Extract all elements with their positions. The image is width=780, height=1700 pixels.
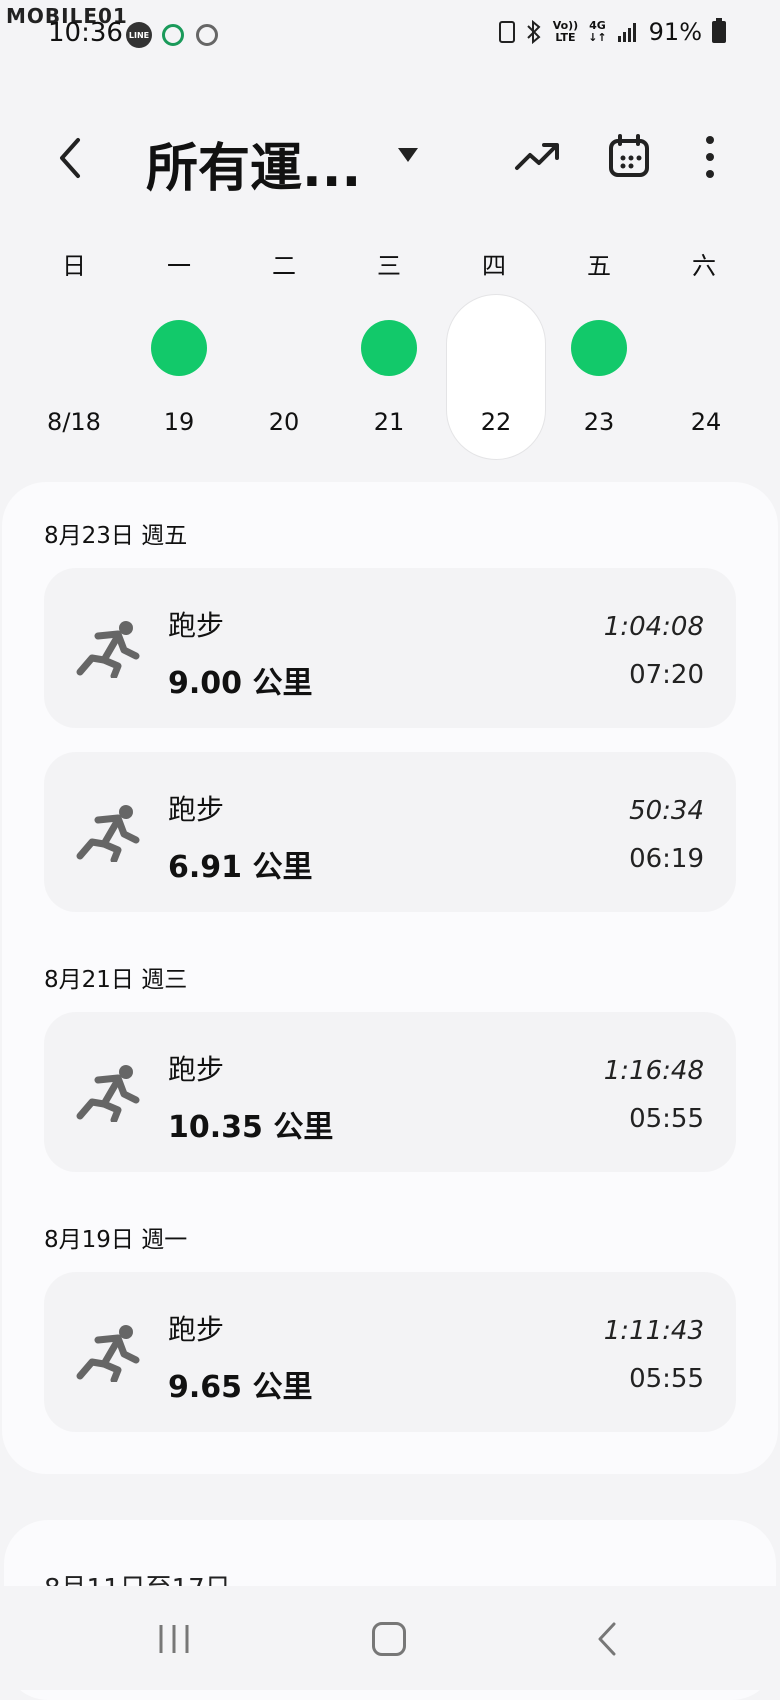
home-icon[interactable]: [372, 1622, 406, 1656]
workout-pace: 07:20: [629, 660, 704, 690]
weekday-label: 日: [62, 252, 86, 280]
chevron-left-icon[interactable]: [50, 130, 90, 186]
workout-card[interactable]: 跑步 9.65 公里 1:11:43 05:55: [44, 1272, 736, 1432]
workout-card[interactable]: 跑步 9.00 公里 1:04:08 07:20: [44, 568, 736, 728]
day-date[interactable]: 8/18: [39, 408, 109, 436]
weekday-label: 六: [692, 252, 716, 280]
workout-card[interactable]: 跑步 6.91 公里 50:34 06:19: [44, 752, 736, 912]
day-date[interactable]: 19: [144, 408, 214, 436]
workout-duration: 1:04:08: [603, 612, 704, 642]
volte-indicator: Vo)) LTE: [552, 19, 579, 44]
workout-dot[interactable]: [571, 320, 627, 376]
battery-percent: 91%: [648, 18, 702, 46]
calendar-icon[interactable]: [608, 134, 650, 178]
day-date[interactable]: 22: [461, 408, 531, 436]
notification-app-icon: [196, 24, 218, 46]
next-section-label: 8月11日至17日: [44, 1568, 231, 1588]
network-type: 4G ↓↑: [588, 19, 607, 44]
signal-icon: [617, 23, 636, 42]
day-date[interactable]: 24: [671, 408, 741, 436]
section-date-label: 8月23日 週五: [44, 523, 188, 549]
workout-dot[interactable]: [151, 320, 207, 376]
running-icon: [76, 621, 140, 678]
trending-up-icon[interactable]: [514, 136, 560, 176]
workout-duration: 50:34: [629, 796, 704, 826]
workout-type: 跑步: [168, 609, 225, 642]
weekday-label: 二: [272, 252, 296, 280]
workout-distance: 9.00 公里: [168, 666, 313, 701]
page-title[interactable]: 所有運...: [146, 126, 361, 201]
workout-pace: 05:55: [629, 1364, 704, 1394]
workout-duration: 1:16:48: [603, 1056, 704, 1086]
section-date-label: 8月19日 週一: [44, 1227, 188, 1253]
recents-icon[interactable]: [156, 1622, 192, 1656]
day-date[interactable]: 20: [249, 408, 319, 436]
weekday-label: 一: [167, 252, 191, 280]
workout-pace: 05:55: [629, 1104, 704, 1134]
status-time: 10:36: [48, 18, 123, 48]
workout-distance: 10.35 公里: [168, 1110, 334, 1145]
workout-type: 跑步: [168, 1313, 225, 1346]
day-date[interactable]: 21: [354, 408, 424, 436]
workout-distance: 6.91 公里: [168, 850, 313, 885]
workout-card[interactable]: 跑步 10.35 公里 1:16:48 05:55: [44, 1012, 736, 1172]
workout-type: 跑步: [168, 1053, 225, 1086]
line-app-icon: LINE: [126, 22, 152, 48]
more-vertical-icon[interactable]: [700, 134, 720, 180]
weekday-label: 四: [482, 252, 506, 280]
running-icon: [76, 805, 140, 862]
workout-pace: 06:19: [629, 844, 704, 874]
battery-saver-icon: [498, 21, 515, 43]
back-icon[interactable]: [594, 1620, 620, 1658]
running-icon: [76, 1065, 140, 1122]
weekday-label: 三: [377, 252, 401, 280]
dropdown-arrow-icon[interactable]: [398, 148, 418, 162]
bluetooth-icon: [526, 20, 541, 44]
notification-app-icon: [162, 24, 184, 46]
workout-distance: 9.65 公里: [168, 1370, 313, 1405]
weekday-label: 五: [587, 252, 611, 280]
workout-type: 跑步: [168, 793, 225, 826]
status-icons: Vo)) LTE 4G ↓↑ 91%: [498, 18, 726, 46]
battery-icon: [712, 18, 726, 43]
workout-dot[interactable]: [361, 320, 417, 376]
workout-duration: 1:11:43: [603, 1316, 704, 1346]
day-date[interactable]: 23: [564, 408, 634, 436]
section-date-label: 8月21日 週三: [44, 967, 188, 993]
running-icon: [76, 1325, 140, 1382]
